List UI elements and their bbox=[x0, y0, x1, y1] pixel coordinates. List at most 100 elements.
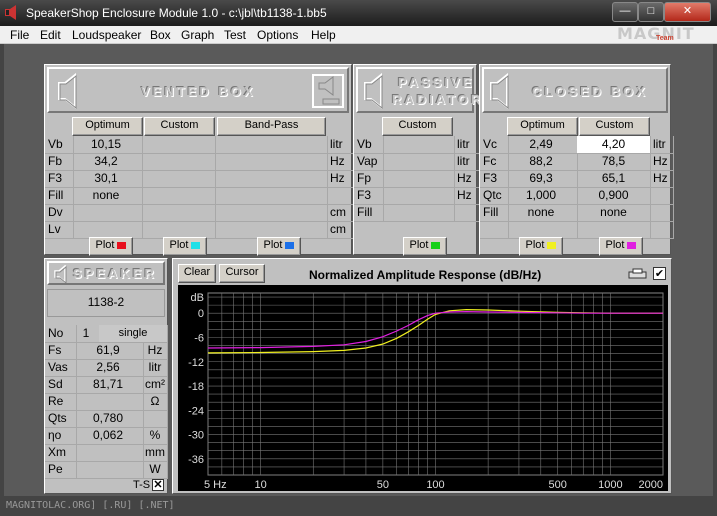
y-tick-label: -30 bbox=[188, 430, 204, 442]
closed-optimum-value: none bbox=[505, 204, 578, 222]
passive-radiator-title-1: PASSIVE bbox=[398, 75, 475, 90]
maximize-button[interactable]: □ bbox=[638, 2, 664, 22]
plot-color-swatch bbox=[431, 241, 441, 249]
speaker-param-value[interactable] bbox=[73, 461, 144, 479]
speaker-panel: SPEAKER 1138-2 No 1 single Fs 61,9 Hz Va… bbox=[44, 258, 168, 494]
closed-custom-value[interactable]: none bbox=[577, 204, 651, 222]
printer-icon[interactable] bbox=[628, 268, 648, 280]
speaker-model[interactable]: 1138-2 bbox=[47, 289, 165, 317]
menu-test[interactable]: Test bbox=[224, 28, 246, 42]
passive-unit: Hz bbox=[454, 170, 480, 188]
speaker-param-value[interactable] bbox=[73, 393, 144, 411]
passive-value[interactable] bbox=[380, 187, 455, 205]
passive-radiator-panel: PASSIVE RADIATOR Custom Vb litr Vap litr… bbox=[353, 64, 480, 256]
passive-unit bbox=[454, 204, 480, 222]
speaker-param-unit: Hz bbox=[143, 342, 168, 360]
y-tick-label: -36 bbox=[188, 454, 204, 466]
vented-optimum-button[interactable]: Optimum bbox=[72, 117, 143, 136]
menu-loudspeaker[interactable]: Loudspeaker bbox=[72, 28, 141, 42]
minimize-button[interactable]: — bbox=[612, 2, 638, 22]
passive-plot-button[interactable]: Plot bbox=[403, 237, 447, 256]
x-tick-label: 100 bbox=[426, 479, 444, 491]
closed-custom-value[interactable]: 0,900 bbox=[577, 187, 651, 205]
vented-custom-plot-button[interactable]: Plot bbox=[163, 237, 207, 256]
y-tick-label: 0 bbox=[198, 308, 204, 320]
ts-checkbox[interactable]: ✕ bbox=[152, 479, 164, 491]
speaker-param-value[interactable]: 61,9 bbox=[73, 342, 144, 360]
menu-file[interactable]: File bbox=[10, 28, 29, 42]
speaker-no-value[interactable]: 1 bbox=[73, 325, 100, 343]
plot-label: Plot bbox=[409, 239, 429, 251]
vented-enclosure-icon bbox=[312, 74, 344, 108]
closed-optimum-button[interactable]: Optimum bbox=[507, 117, 578, 136]
speaker-param-unit: % bbox=[143, 427, 168, 445]
plot-label: Plot bbox=[605, 239, 625, 251]
passive-value[interactable] bbox=[380, 153, 455, 171]
closed-custom-value[interactable]: 78,5 bbox=[577, 153, 651, 171]
plot-color-swatch bbox=[285, 241, 295, 249]
clear-button[interactable]: Clear bbox=[178, 264, 216, 283]
close-button[interactable]: ✕ bbox=[664, 2, 711, 22]
vented-custom-value[interactable] bbox=[142, 170, 216, 188]
window-title: SpeakerShop Enclosure Module 1.0 - c:\jb… bbox=[26, 6, 327, 20]
vented-box-header: VENTED BOX bbox=[47, 67, 349, 113]
passive-value[interactable] bbox=[380, 204, 455, 222]
closed-optimum-value: 2,49 bbox=[505, 136, 578, 154]
speaker-param-value[interactable] bbox=[73, 444, 144, 462]
vented-optimum-value: 34,2 bbox=[70, 153, 143, 171]
closed-unit: Hz bbox=[650, 153, 674, 171]
speaker-outline-icon bbox=[54, 265, 67, 283]
speaker-param-value[interactable]: 81,71 bbox=[73, 376, 144, 394]
vented-bandpass-value bbox=[215, 153, 328, 171]
closed-optimum-plot-button[interactable]: Plot bbox=[519, 237, 563, 256]
speaker-param-value[interactable]: 0,062 bbox=[73, 427, 144, 445]
closed-box-panel: CLOSED BOX Optimum Custom Vc 2,49 4,20 l… bbox=[479, 64, 674, 256]
vented-bandpass-plot-button[interactable]: Plot bbox=[257, 237, 301, 256]
vented-custom-value[interactable] bbox=[142, 136, 216, 154]
closed-custom-value[interactable]: 65,1 bbox=[577, 170, 651, 188]
menu-help[interactable]: Help bbox=[311, 28, 336, 42]
vented-optimum-value: 10,15 bbox=[70, 136, 143, 154]
vented-optimum-value: 30,1 bbox=[70, 170, 143, 188]
vented-unit: Hz bbox=[327, 153, 355, 171]
passive-value[interactable] bbox=[380, 170, 455, 188]
menu-box[interactable]: Box bbox=[150, 28, 171, 42]
vented-box-title: VENTED BOX bbox=[141, 84, 256, 99]
speaker-config-button[interactable]: single bbox=[99, 325, 168, 343]
closed-optimum-value: 88,2 bbox=[505, 153, 578, 171]
vented-bandpass-value bbox=[215, 204, 328, 222]
speaker-param-value[interactable]: 0,780 bbox=[73, 410, 144, 428]
passive-radiator-header: PASSIVE RADIATOR bbox=[356, 67, 480, 113]
passive-unit: litr bbox=[454, 136, 480, 154]
closed-custom-plot-button[interactable]: Plot bbox=[599, 237, 643, 256]
vented-optimum-plot-button[interactable]: Plot bbox=[89, 237, 133, 256]
vented-custom-value[interactable] bbox=[142, 153, 216, 171]
speaker-param-unit bbox=[143, 410, 168, 428]
closed-unit bbox=[650, 204, 674, 222]
passive-custom-button[interactable]: Custom bbox=[382, 117, 453, 136]
vented-custom-button[interactable]: Custom bbox=[144, 117, 215, 136]
status-bar: MAGNITOLAC.ORG] [.RU] [.NET] bbox=[0, 496, 717, 516]
vented-custom-value[interactable] bbox=[142, 187, 216, 205]
passive-value[interactable] bbox=[380, 136, 455, 154]
speaker-param-value[interactable]: 2,56 bbox=[73, 359, 144, 377]
closed-box-title: CLOSED BOX bbox=[532, 84, 648, 99]
closed-custom-value-input[interactable]: 4,20 bbox=[577, 136, 651, 154]
closed-custom-button[interactable]: Custom bbox=[579, 117, 650, 136]
closed-unit bbox=[650, 187, 674, 205]
vented-optimum-value bbox=[70, 204, 143, 222]
menu-edit[interactable]: Edit bbox=[40, 28, 61, 42]
vented-unit: Hz bbox=[327, 170, 355, 188]
graph-panel: Clear Cursor Normalized Amplitude Respon… bbox=[172, 258, 672, 494]
vented-custom-value[interactable] bbox=[142, 204, 216, 222]
menu-options[interactable]: Options bbox=[257, 28, 298, 42]
menu-graph[interactable]: Graph bbox=[181, 28, 214, 42]
y-tick-label: -18 bbox=[188, 381, 204, 393]
status-text: MAGNITOLAC.ORG] [.RU] [.NET] bbox=[6, 500, 175, 511]
vented-optimum-value: none bbox=[70, 187, 143, 205]
amplitude-response-chart: dB 0 -6 -12 -18 -24 -30 -36 5 Hz 10 50 100 500 1000 20… bbox=[188, 292, 664, 491]
speaker-param-unit: W bbox=[143, 461, 168, 479]
cursor-button[interactable]: Cursor bbox=[219, 264, 265, 283]
vented-bandpass-button[interactable]: Band-Pass bbox=[217, 117, 326, 136]
graph-checkbox[interactable]: ✔ bbox=[653, 267, 666, 280]
